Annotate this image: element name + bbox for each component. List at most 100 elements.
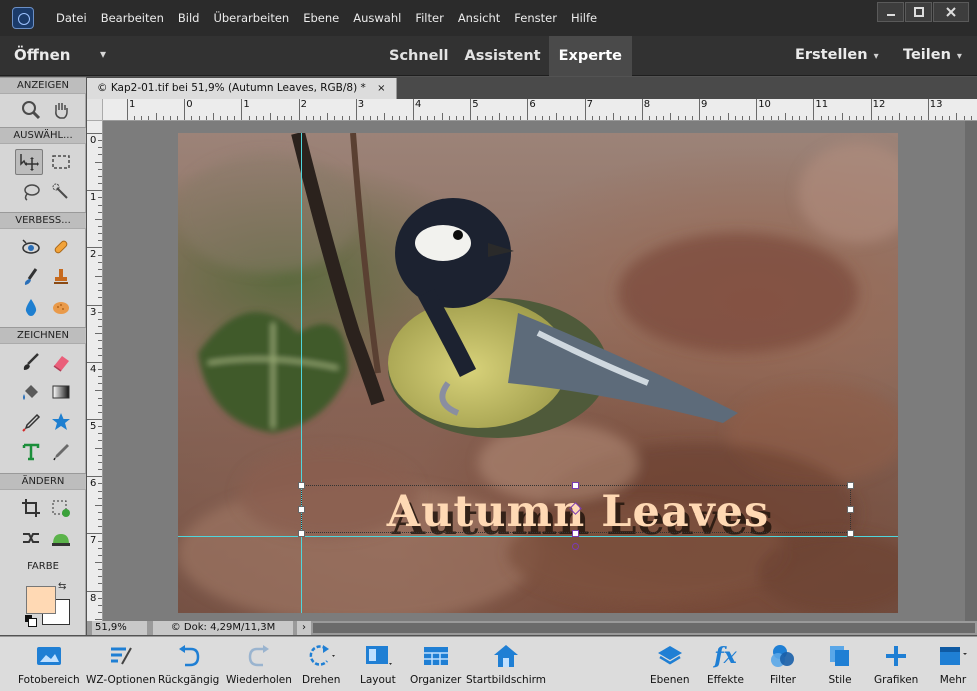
wz-optionen-button[interactable]: WZ-Optionen [86, 637, 156, 691]
smart-brush-tool-icon[interactable] [17, 264, 45, 290]
photo-great-tit-bird[interactable]: Autumn Leaves Autumn Leaves [178, 133, 898, 613]
effekte-button[interactable]: fx Effekte [707, 637, 744, 691]
eraser-tool-icon[interactable] [47, 349, 75, 375]
zoom-readout[interactable]: 51,9% [92, 621, 147, 635]
spot-healing-tool-icon[interactable] [47, 234, 75, 260]
horizontal-ruler[interactable]: 1 0 1 2 3 4 5 6 7 8 9 10 11 12 13 [103, 99, 977, 121]
ruler-h-label: 3 [357, 99, 365, 110]
menu-bild[interactable]: Bild [171, 11, 207, 25]
ruler-major-tick [584, 99, 586, 120]
ruler-origin[interactable] [87, 99, 103, 121]
straighten-tool-icon[interactable] [47, 525, 75, 551]
quick-selection-tool-icon[interactable] [47, 179, 75, 205]
menu-bearbeiten[interactable]: Bearbeiten [94, 11, 171, 25]
ruler-minor-tick [420, 116, 422, 120]
text-tool-icon[interactable] [17, 439, 45, 465]
menu-ebene[interactable]: Ebene [296, 11, 346, 25]
menu-filter[interactable]: Filter [408, 11, 450, 25]
transform-handle[interactable] [847, 530, 854, 537]
vertical-ruler[interactable]: 0 1 2 3 4 5 6 7 8 [87, 121, 103, 621]
transform-handle[interactable] [298, 482, 305, 489]
open-dropdown-icon[interactable]: ▾ [100, 47, 106, 61]
ebenen-button[interactable]: Ebenen [650, 637, 690, 691]
transform-handle[interactable] [298, 530, 305, 537]
zoom-tool-icon[interactable] [17, 97, 45, 123]
menu-auswahl[interactable]: Auswahl [346, 11, 408, 25]
canvas-area[interactable]: Autumn Leaves Autumn Leaves [103, 121, 965, 621]
menu-ansicht[interactable]: Ansicht [451, 11, 507, 25]
vertical-scrollbar[interactable] [965, 121, 977, 621]
maximize-button[interactable] [905, 2, 932, 22]
ruler-minor-tick [98, 183, 102, 185]
status-menu-arrow-icon[interactable]: › [297, 621, 311, 635]
menu-datei[interactable]: Datei [49, 11, 94, 25]
gradient-tool-icon[interactable] [47, 379, 75, 405]
paint-bucket-tool-icon[interactable] [17, 379, 45, 405]
ruler-minor-tick [556, 113, 557, 120]
default-colors-icon[interactable] [25, 615, 37, 627]
clone-stamp-tool-icon[interactable] [47, 264, 75, 290]
fotobereich-button[interactable]: Fotobereich [18, 637, 80, 691]
transform-handle[interactable] [572, 530, 579, 537]
tab-experte[interactable]: Experte [548, 36, 632, 76]
ruler-minor-tick [548, 116, 550, 120]
ruler-minor-tick [648, 116, 650, 120]
document-close-icon[interactable]: × [377, 83, 385, 94]
swap-colors-icon[interactable]: ⇆ [58, 581, 66, 592]
recompose-tool-icon[interactable] [47, 495, 75, 521]
document-tab[interactable]: © Kap2-01.tif bei 51,9% (Autumn Leaves, … [87, 78, 397, 99]
ruler-minor-tick [613, 113, 615, 120]
open-button[interactable]: Öffnen [14, 46, 70, 64]
sponge-tool-icon[interactable] [47, 294, 75, 320]
ruler-minor-tick [734, 116, 736, 120]
transform-handle[interactable] [847, 482, 854, 489]
ruler-minor-tick [577, 116, 579, 120]
lasso-tool-icon[interactable] [17, 179, 45, 205]
ruler-major-tick [87, 590, 102, 592]
layout-button[interactable]: Layout [360, 637, 396, 691]
blur-tool-icon[interactable] [17, 294, 45, 320]
startbildschirm-button[interactable]: Startbildschirm [466, 637, 546, 691]
stile-button[interactable]: Stile [825, 637, 855, 691]
foreground-color-swatch[interactable] [26, 586, 56, 614]
app-logo-icon[interactable] [12, 7, 34, 29]
crop-tool-icon[interactable] [17, 495, 45, 521]
transform-handle[interactable] [847, 506, 854, 513]
content-aware-move-tool-icon[interactable] [17, 525, 45, 551]
hand-tool-icon[interactable] [47, 97, 75, 123]
ruler-minor-tick [448, 116, 450, 120]
rotation-handle[interactable] [572, 543, 579, 550]
ruler-minor-tick [398, 116, 400, 120]
transform-handle[interactable] [298, 506, 305, 513]
ruler-minor-tick [98, 540, 102, 542]
undo-button[interactable]: Rückgängig [158, 637, 219, 691]
eyedropper-tool-icon[interactable] [17, 409, 45, 435]
tab-schnell[interactable]: Schnell [381, 36, 456, 76]
menu-ueberarbeiten[interactable]: Überarbeiten [206, 11, 296, 25]
rotate-button[interactable]: Drehen [302, 637, 340, 691]
vertical-guide-line[interactable] [301, 133, 302, 613]
photo-bin-icon [34, 641, 64, 671]
red-eye-tool-icon[interactable] [17, 234, 45, 260]
transform-handle[interactable] [572, 482, 579, 489]
brush-tool-icon[interactable] [17, 349, 45, 375]
tab-assistent[interactable]: Assistent [456, 36, 548, 76]
redo-button[interactable]: Wiederholen [226, 637, 292, 691]
close-button[interactable] [933, 2, 969, 22]
organizer-button[interactable]: Organizer [410, 637, 461, 691]
grafiken-button[interactable]: Grafiken [874, 637, 918, 691]
ruler-minor-tick [384, 113, 386, 120]
custom-shape-tool-icon[interactable] [47, 409, 75, 435]
marquee-tool-icon[interactable] [47, 149, 75, 175]
menu-hilfe[interactable]: Hilfe [564, 11, 604, 25]
ruler-minor-tick [498, 113, 500, 120]
minimize-button[interactable] [877, 2, 904, 22]
create-button[interactable]: Erstellen ▾ [795, 47, 879, 63]
menu-fenster[interactable]: Fenster [507, 11, 564, 25]
move-tool-icon[interactable] [15, 149, 43, 175]
horizontal-scrollbar[interactable] [313, 623, 975, 633]
mehr-button[interactable]: Mehr [938, 637, 968, 691]
pencil-tool-icon[interactable] [47, 439, 75, 465]
share-button[interactable]: Teilen ▾ [903, 47, 962, 63]
filter-button[interactable]: Filter [768, 637, 798, 691]
